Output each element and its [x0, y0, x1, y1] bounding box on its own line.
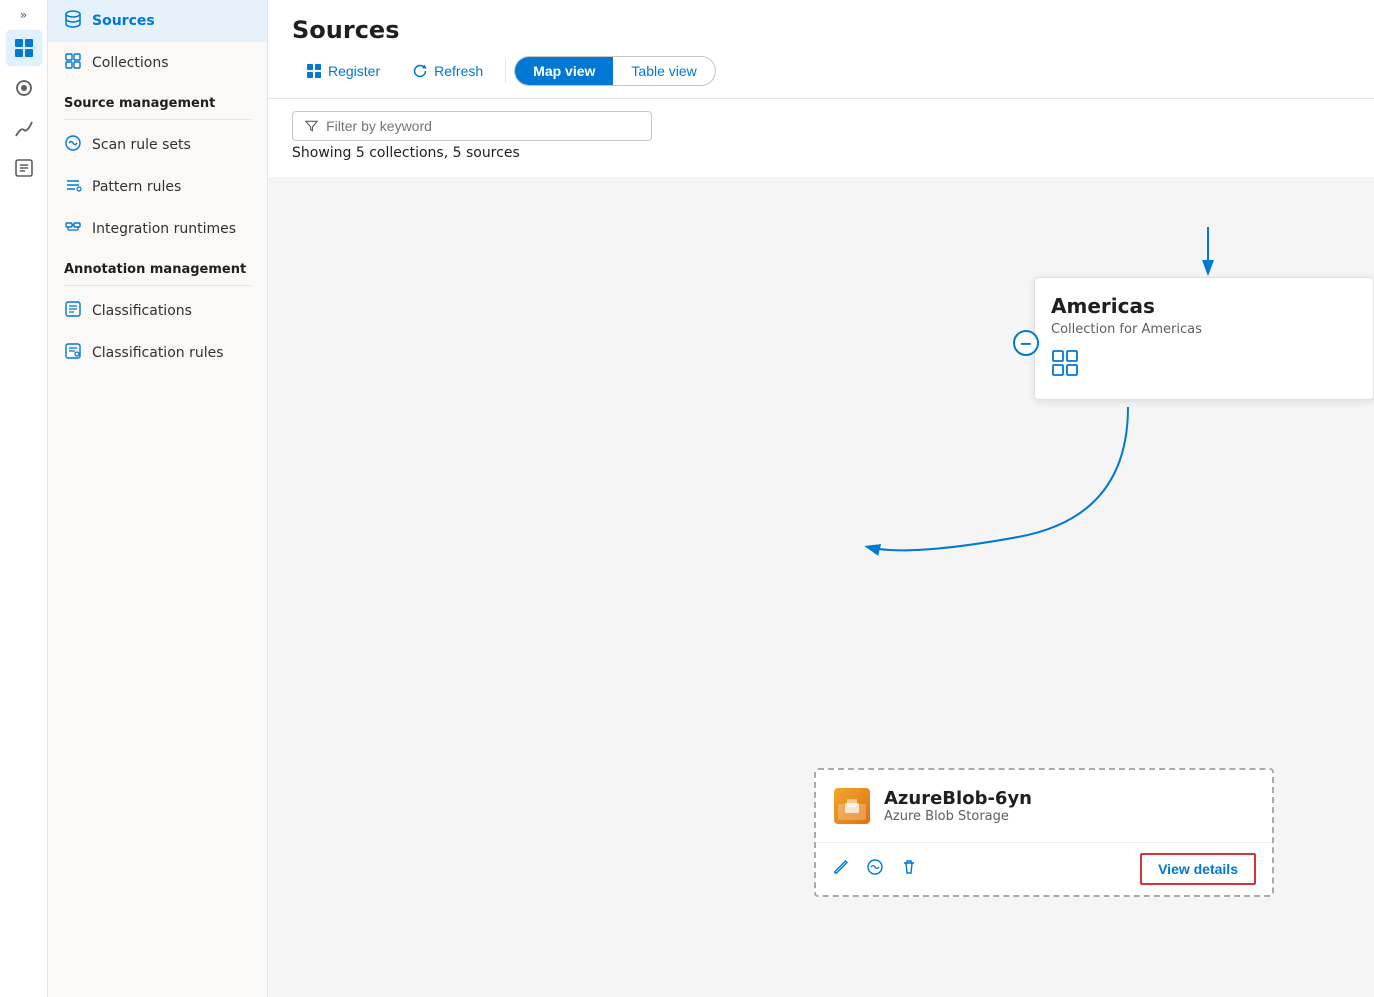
insights-nav-icon[interactable] [6, 110, 42, 146]
sources-icon [64, 10, 82, 32]
catalog-nav-icon[interactable] [6, 30, 42, 66]
page-title: Sources [292, 16, 1350, 44]
register-label: Register [328, 63, 380, 79]
americas-collection-card: Americas Collection for Americas [1034, 277, 1374, 400]
sidebar-item-pattern-rules[interactable]: Pattern rules [48, 166, 267, 208]
view-toggle: Map view Table view [514, 56, 716, 86]
collapse-rail-btn[interactable]: » [20, 8, 27, 22]
view-details-button[interactable]: View details [1140, 853, 1256, 885]
collection-title: Americas [1051, 294, 1357, 318]
refresh-button[interactable]: Refresh [398, 57, 497, 85]
pattern-rules-label: Pattern rules [92, 179, 181, 195]
sidebar-item-sources[interactable]: Sources [48, 0, 267, 42]
collections-icon [64, 52, 82, 74]
edit-source-icon[interactable] [832, 858, 850, 881]
collection-subtitle: Collection for Americas [1051, 322, 1357, 337]
source-name: AzureBlob-6yn [884, 788, 1032, 809]
filter-input-wrapper [292, 111, 652, 141]
annotation-management-section: Annotation management [48, 250, 267, 281]
sidebar-item-collections[interactable]: Collections [48, 42, 267, 84]
classifications-label: Classifications [92, 303, 192, 319]
refresh-icon [412, 63, 428, 79]
divider-1 [64, 119, 251, 120]
integration-runtimes-icon [64, 218, 82, 240]
sidebar-item-scan-rule-sets[interactable]: Scan rule sets [48, 124, 267, 166]
source-management-section: Source management [48, 84, 267, 115]
source-node-header: AzureBlob-6yn Azure Blob Storage [816, 770, 1272, 843]
collection-grid-icon [1051, 349, 1357, 383]
blob-storage-icon [832, 786, 872, 826]
filter-icon [305, 119, 318, 133]
icon-rail: » [0, 0, 48, 997]
integration-runtimes-label: Integration runtimes [92, 221, 236, 237]
scan-source-icon[interactable] [866, 858, 884, 881]
register-icon [306, 63, 322, 79]
delete-source-icon[interactable] [900, 858, 918, 881]
pattern-rules-icon [64, 176, 82, 198]
filter-input[interactable] [326, 118, 639, 134]
source-node-footer: View details [816, 843, 1272, 895]
map-area[interactable]: Americas Collection for Americas − [268, 177, 1374, 997]
sources-label: Sources [92, 13, 155, 29]
collections-label: Collections [92, 55, 169, 71]
source-node: AzureBlob-6yn Azure Blob Storage [814, 768, 1274, 897]
scan-rule-sets-label: Scan rule sets [92, 137, 191, 153]
register-button[interactable]: Register [292, 57, 394, 85]
table-view-button[interactable]: Table view [613, 57, 714, 85]
scan-rule-icon [64, 134, 82, 156]
divider-2 [64, 285, 251, 286]
showing-label: Showing 5 collections, 5 sources [292, 141, 1350, 169]
filter-bar: Showing 5 collections, 5 sources [268, 99, 1374, 177]
source-info: AzureBlob-6yn Azure Blob Storage [884, 788, 1032, 824]
sidebar: Sources Collections Source management Sc… [48, 0, 268, 997]
manage-nav-icon[interactable] [6, 70, 42, 106]
sidebar-item-integration-runtimes[interactable]: Integration runtimes [48, 208, 267, 250]
classification-rules-icon [64, 342, 82, 364]
classification-rules-label: Classification rules [92, 345, 224, 361]
main-header: Sources Register Refresh Ma [268, 0, 1374, 99]
sidebar-item-classifications[interactable]: Classifications [48, 290, 267, 332]
classifications-icon [64, 300, 82, 322]
tools-nav-icon[interactable] [6, 150, 42, 186]
toolbar: Register Refresh Map view Table view [292, 56, 1350, 98]
sidebar-item-classification-rules[interactable]: Classification rules [48, 332, 267, 374]
refresh-label: Refresh [434, 63, 483, 79]
collapse-button[interactable]: − [1013, 330, 1039, 356]
main-content: Sources Register Refresh Ma [268, 0, 1374, 997]
map-view-button[interactable]: Map view [515, 57, 613, 85]
toolbar-divider [505, 59, 506, 83]
source-type: Azure Blob Storage [884, 809, 1032, 824]
